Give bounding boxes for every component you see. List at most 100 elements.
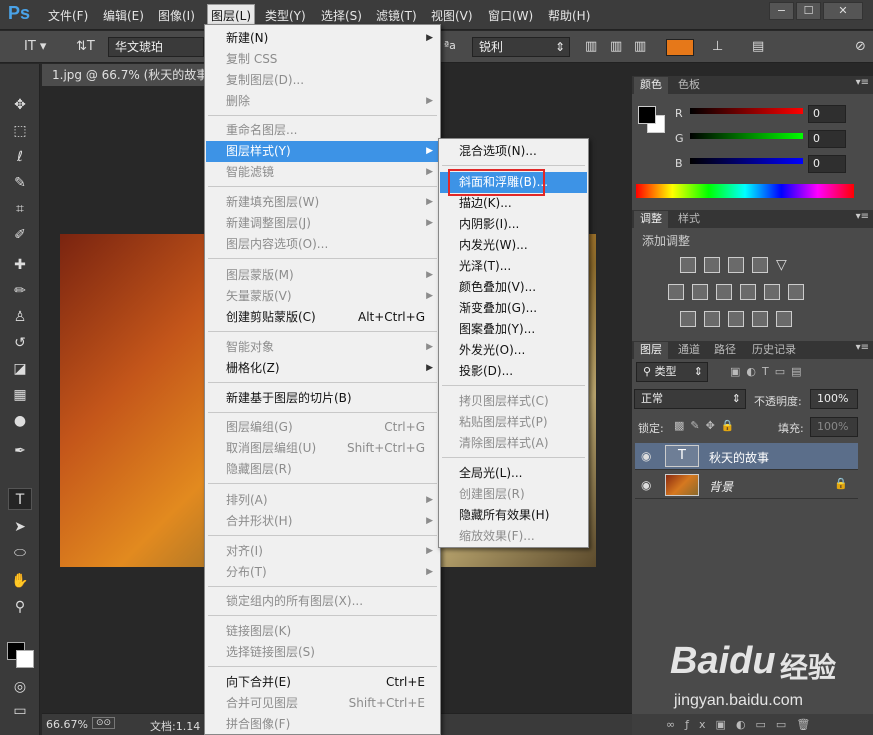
ellipse-tool-icon[interactable]: ⬭ (8, 542, 32, 564)
gradient-map-icon[interactable] (776, 311, 792, 327)
menu-item-new[interactable]: 新建(N) ▶ (206, 28, 439, 49)
zoom-level[interactable]: 66.67% (46, 718, 88, 731)
menu-item-layer-mask[interactable]: 图层蒙版(M) ▶ (206, 265, 439, 286)
submenu-satin[interactable]: 光泽(T)... (440, 256, 587, 277)
layer-filter-icons[interactable]: ▣◐T▭▤ (730, 365, 808, 378)
tab-adjustments[interactable]: 调整 (634, 211, 668, 228)
brightness-icon[interactable] (680, 257, 696, 273)
submenu-pattern-overlay[interactable]: 图案叠加(Y)... (440, 319, 587, 340)
layer-row-text[interactable]: ◉ T 秋天的故事 (635, 443, 858, 470)
submenu-outer-glow[interactable]: 外发光(O)... (440, 340, 587, 361)
tab-layers[interactable]: 图层 (634, 342, 668, 359)
menu-type[interactable]: 类型(Y) (265, 7, 306, 24)
tab-styles[interactable]: 样式 (672, 211, 706, 228)
lock-icons[interactable]: ▩✎✥🔒 (674, 419, 741, 432)
quick-mask-icon[interactable]: ◎ (8, 676, 32, 698)
submenu-color-overlay[interactable]: 颜色叠加(V)... (440, 277, 587, 298)
status-icon[interactable]: ⊙⊙ (92, 717, 116, 729)
menu-item-distribute[interactable]: 分布(T) ▶ (206, 562, 439, 583)
menu-item-new-layer-slice[interactable]: 新建基于图层的切片(B) (206, 388, 439, 409)
layer-filter-select[interactable]: ⚲ 类型 ⇕ (636, 362, 708, 382)
curves-icon[interactable] (728, 257, 744, 273)
tab-history[interactable]: 历史记录 (746, 342, 802, 359)
character-panel-icon[interactable]: ▤ (752, 39, 764, 54)
quick-select-tool-icon[interactable]: ✎ (8, 172, 32, 194)
submenu-drop-shadow[interactable]: 投影(D)... (440, 361, 587, 382)
tab-color[interactable]: 颜色 (634, 77, 668, 94)
submenu-create-layers[interactable]: 创建图层(R) (440, 484, 587, 505)
menu-item-vector-mask[interactable]: 矢量蒙版(V) ▶ (206, 286, 439, 307)
opacity-input[interactable]: 100% (810, 389, 858, 409)
type-tool-icon[interactable]: T (8, 488, 32, 510)
menu-edit[interactable]: 编辑(E) (103, 7, 144, 24)
eye-icon[interactable]: ◉ (641, 449, 651, 463)
hue-saturation-icon[interactable] (668, 284, 684, 300)
panel-menu-icon[interactable]: ▾≡ (856, 342, 869, 353)
submenu-clear-layer-style[interactable]: 清除图层样式(A) (440, 433, 587, 454)
healing-brush-icon[interactable]: ✚ (8, 254, 32, 276)
path-select-tool-icon[interactable]: ➤ (8, 516, 32, 538)
menu-item-new-adjustment-layer[interactable]: 新建调整图层(J) ▶ (206, 213, 439, 234)
submenu-gradient-overlay[interactable]: 渐变叠加(G)... (440, 298, 587, 319)
panel-menu-icon[interactable]: ▾≡ (856, 77, 869, 88)
gradient-tool-icon[interactable]: ▦ (8, 384, 32, 406)
red-slider[interactable] (690, 108, 803, 114)
menu-item-merge-down[interactable]: 向下合并(E) Ctrl+E (206, 672, 439, 693)
move-tool-icon[interactable]: ✥ (8, 94, 32, 116)
menu-item-hide-layers[interactable]: 隐藏图层(R) (206, 459, 439, 480)
eyedropper-tool-icon[interactable]: ✐ (8, 224, 32, 246)
brush-tool-icon[interactable]: ✏ (8, 280, 32, 302)
layer-name[interactable]: 背景 (709, 478, 733, 495)
menu-item-layer-style[interactable]: 图层样式(Y) ▶ (206, 141, 439, 162)
submenu-copy-layer-style[interactable]: 拷贝图层样式(C) (440, 391, 587, 412)
menu-item-flatten-image[interactable]: 拼合图像(F) (206, 714, 439, 735)
minimize-button[interactable]: − (769, 2, 794, 20)
panel-menu-icon[interactable]: ▾≡ (856, 211, 869, 222)
tab-paths[interactable]: 路径 (708, 342, 742, 359)
hand-tool-icon[interactable]: ✋ (8, 570, 32, 592)
pen-tool-icon[interactable]: ✒ (8, 440, 32, 462)
menu-help[interactable]: 帮助(H) (548, 7, 590, 24)
submenu-inner-shadow[interactable]: 内阴影(I)... (440, 214, 587, 235)
menu-item-create-clipping-mask[interactable]: 创建剪贴蒙版(C) Alt+Ctrl+G (206, 307, 439, 328)
submenu-blending-options[interactable]: 混合选项(N)... (440, 141, 587, 162)
toggle-orientation-icon[interactable]: ⇅T (76, 39, 95, 54)
foreground-color-swatch[interactable] (638, 106, 656, 124)
fill-input[interactable]: 100% (810, 417, 858, 437)
menu-window[interactable]: 窗口(W) (488, 7, 533, 24)
photo-filter-icon[interactable] (740, 284, 756, 300)
tab-swatches[interactable]: 色板 (672, 77, 706, 94)
menu-item-group-layers[interactable]: 图层编组(G) Ctrl+G (206, 417, 439, 438)
menu-item-rasterize[interactable]: 栅格化(Z) ▶ (206, 358, 439, 379)
crop-tool-icon[interactable]: ⌗ (8, 198, 32, 220)
dodge-tool-icon[interactable]: ● (8, 410, 32, 432)
exposure-icon[interactable] (752, 257, 768, 273)
blue-value-input[interactable]: 0 (808, 155, 846, 173)
text-color-swatch[interactable] (666, 39, 694, 56)
blend-mode-select[interactable]: 正常 ⇕ (634, 389, 746, 409)
background-color-swatch[interactable] (16, 650, 34, 668)
menu-item-new-fill-layer[interactable]: 新建填充图层(W) ▶ (206, 192, 439, 213)
align-right-icon[interactable]: ▥ (634, 39, 646, 54)
menu-item-duplicate-layer[interactable]: 复制图层(D)... (206, 70, 439, 91)
posterize-icon[interactable] (704, 311, 720, 327)
menu-view[interactable]: 视图(V) (431, 7, 473, 24)
menu-item-layer-content-options[interactable]: 图层内容选项(O)... (206, 234, 439, 255)
submenu-global-light[interactable]: 全局光(L)... (440, 463, 587, 484)
menu-item-select-linked-layers[interactable]: 选择链接图层(S) (206, 642, 439, 663)
submenu-paste-layer-style[interactable]: 粘贴图层样式(P) (440, 412, 587, 433)
eye-icon[interactable]: ◉ (641, 478, 651, 492)
submenu-inner-glow[interactable]: 内发光(W)... (440, 235, 587, 256)
screen-mode-icon[interactable]: ▭ (8, 700, 32, 722)
menu-filter[interactable]: 滤镜(T) (376, 7, 417, 24)
menu-item-copy-css[interactable]: 复制 CSS (206, 49, 439, 70)
submenu-stroke[interactable]: 描边(K)... (440, 193, 587, 214)
tab-channels[interactable]: 通道 (672, 342, 706, 359)
levels-icon[interactable] (704, 257, 720, 273)
menu-item-rename-layer[interactable]: 重命名图层... (206, 120, 439, 141)
menu-item-delete[interactable]: 删除 ▶ (206, 91, 439, 112)
channel-mixer-icon[interactable] (764, 284, 780, 300)
menu-file[interactable]: 文件(F) (48, 7, 88, 24)
menu-item-ungroup-layers[interactable]: 取消图层编组(U) Shift+Ctrl+G (206, 438, 439, 459)
submenu-hide-all-effects[interactable]: 隐藏所有效果(H) (440, 505, 587, 526)
